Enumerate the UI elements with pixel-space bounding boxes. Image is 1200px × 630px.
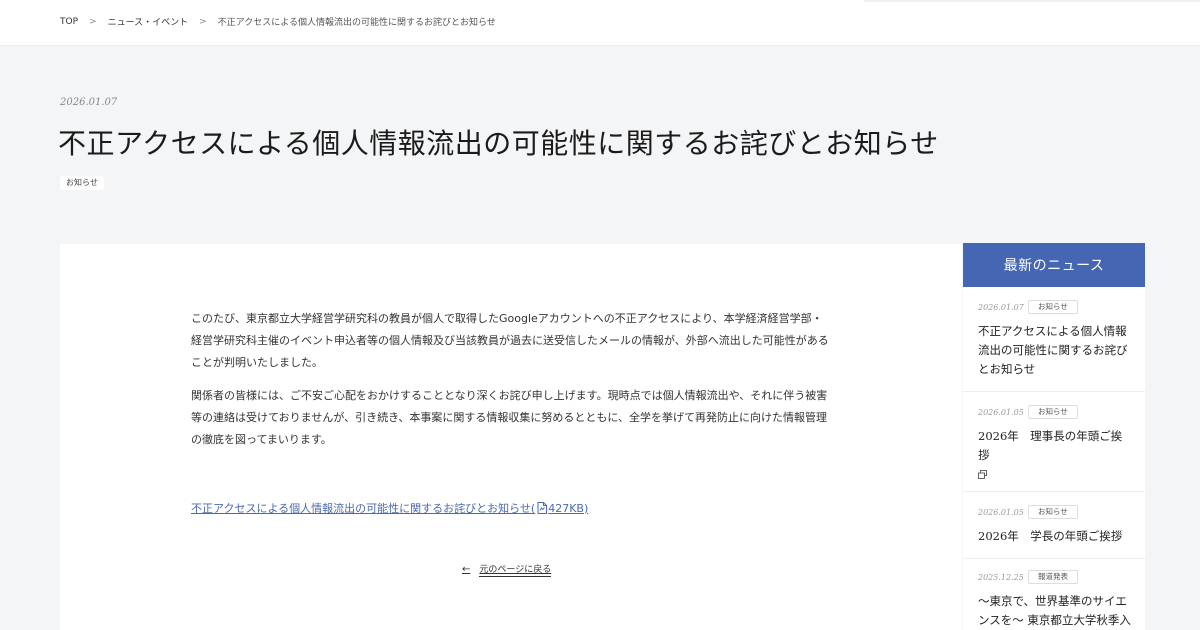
category-tag: お知らせ bbox=[60, 176, 104, 190]
news-date: 2025.12.25 bbox=[978, 572, 1024, 582]
latest-news-sidebar: 最新のニュース 2026.01.07 お知らせ 不正アクセスによる個人情報流出の… bbox=[963, 243, 1145, 630]
breadcrumb: TOP > ニュース・イベント > 不正アクセスによる個人情報流出の可能性に関す… bbox=[60, 15, 496, 29]
news-category-tag: お知らせ bbox=[1028, 405, 1078, 419]
article-paragraph: 関係者の皆様には、ご不安ご心配をおかけすることとなり深くお詫び申し上げます。現時… bbox=[191, 389, 828, 446]
pdf-file-icon bbox=[537, 502, 548, 514]
news-list-item[interactable]: 2025.12.25 報道発表 ～東京で、世界基準のサイエンスを～ 東京都立大学… bbox=[963, 559, 1145, 630]
back-to-previous-link[interactable]: ← 元のページに戻る bbox=[462, 562, 552, 577]
top-header-bar: TOP > ニュース・イベント > 不正アクセスによる個人情報流出の可能性に関す… bbox=[0, 0, 1200, 46]
news-title-link[interactable]: 2026年 学長の年頭ご挨拶 bbox=[978, 527, 1131, 546]
news-date: 2026.01.05 bbox=[978, 507, 1024, 517]
news-title-link[interactable]: 不正アクセスによる個人情報流出の可能性に関するお詫びとお知らせ bbox=[978, 322, 1131, 379]
article-body-card: このたび、東京都立大学経営学研究科の教員が個人で取得したGoogleアカウントへ… bbox=[60, 244, 962, 630]
article-date: 2026.01.07 bbox=[60, 97, 118, 108]
pdf-download-link[interactable]: 不正アクセスによる個人情報流出の可能性に関するお詫びとお知らせ( 427KB) bbox=[191, 500, 588, 516]
article-paragraph: このたび、東京都立大学経営学研究科の教員が個人で取得したGoogleアカウントへ… bbox=[191, 312, 829, 369]
news-category-tag: お知らせ bbox=[1028, 300, 1078, 314]
news-list-item[interactable]: 2026.01.05 お知らせ 2026年 理事長の年頭ご挨拶 bbox=[963, 392, 1145, 492]
breadcrumb-current: 不正アクセスによる個人情報流出の可能性に関するお詫びとお知らせ bbox=[217, 18, 496, 28]
news-title-link[interactable]: ～東京で、世界基準のサイエンスを～ 東京都立大学秋季入学の学生募集要項公表につい bbox=[978, 592, 1131, 630]
news-category-tag: お知らせ bbox=[1028, 505, 1078, 519]
news-date: 2026.01.05 bbox=[978, 407, 1024, 417]
back-link-label: 元のページに戻る bbox=[479, 562, 552, 577]
external-window-icon bbox=[978, 470, 987, 479]
pdf-file-size: 427KB) bbox=[548, 501, 589, 515]
breadcrumb-separator: > bbox=[199, 16, 207, 27]
news-list-item[interactable]: 2026.01.07 お知らせ 不正アクセスによる個人情報流出の可能性に関するお… bbox=[963, 287, 1145, 392]
pdf-link-label: 不正アクセスによる個人情報流出の可能性に関するお詫びとお知らせ( bbox=[191, 502, 536, 515]
arrow-left-icon: ← bbox=[462, 564, 471, 575]
breadcrumb-news-link[interactable]: ニュース・イベント bbox=[108, 15, 189, 28]
sidebar-title: 最新のニュース bbox=[963, 243, 1145, 287]
header-accent-line bbox=[864, 0, 1200, 2]
breadcrumb-top-link[interactable]: TOP bbox=[60, 17, 78, 27]
news-date: 2026.01.07 bbox=[978, 302, 1024, 312]
news-list-item[interactable]: 2026.01.05 お知らせ 2026年 学長の年頭ご挨拶 bbox=[963, 492, 1145, 559]
news-title-link[interactable]: 2026年 理事長の年頭ご挨拶 bbox=[978, 427, 1131, 465]
breadcrumb-separator: > bbox=[89, 16, 97, 27]
page-title: 不正アクセスによる個人情報流出の可能性に関するお詫びとお知らせ bbox=[58, 127, 939, 160]
news-category-tag: 報道発表 bbox=[1028, 570, 1078, 584]
article-body: このたび、東京都立大学経営学研究科の教員が個人で取得したGoogleアカウントへ… bbox=[191, 308, 831, 462]
